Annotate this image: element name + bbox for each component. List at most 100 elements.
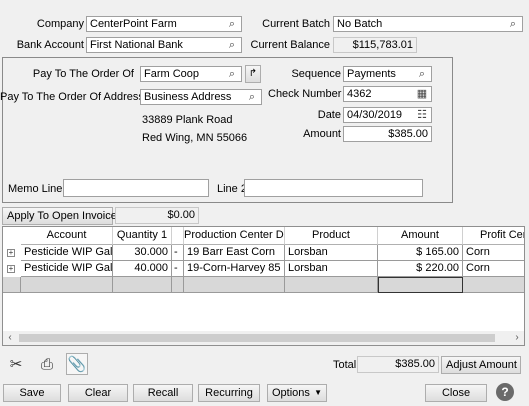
table-cell-production-center[interactable]: 19-Corn-Harvey 85 bbox=[184, 261, 285, 277]
recall-button[interactable]: Recall bbox=[133, 384, 193, 402]
check-number-label: Check Number bbox=[268, 88, 342, 100]
grid-header-profit-center[interactable]: Profit Cent bbox=[463, 227, 524, 245]
magnifier-icon[interactable]: ⌕ bbox=[225, 38, 239, 52]
new-row-cell[interactable] bbox=[172, 277, 184, 293]
sequence-label: Sequence bbox=[291, 68, 341, 80]
recurring-button[interactable]: Recurring bbox=[198, 384, 260, 402]
new-row-cell[interactable] bbox=[21, 277, 113, 293]
apply-amount-field: $0.00 bbox=[115, 207, 199, 224]
table-cell-amount[interactable]: $ 220.00 bbox=[378, 261, 463, 277]
amount-field[interactable]: $385.00 bbox=[343, 126, 432, 142]
address-value: Business Address bbox=[144, 91, 232, 103]
company-label: Company bbox=[36, 18, 84, 30]
magnifier-icon[interactable]: ⌕ bbox=[245, 90, 259, 104]
address-field[interactable]: Business Address ⌕ bbox=[140, 89, 262, 105]
horizontal-scrollbar[interactable]: ‹ › bbox=[3, 331, 524, 345]
company-field[interactable]: CenterPoint Farm ⌕ bbox=[86, 16, 242, 32]
grid-header-production-center[interactable]: Production Center Det bbox=[184, 227, 285, 245]
new-row-cell[interactable] bbox=[113, 277, 172, 293]
adjust-amount-button[interactable]: Adjust Amount bbox=[441, 356, 521, 374]
open-payee-button[interactable]: ↱ bbox=[245, 65, 261, 83]
table-cell-unit[interactable]: - bbox=[172, 245, 184, 261]
options-label: Options bbox=[272, 387, 310, 399]
current-balance-label: Current Balance bbox=[250, 39, 331, 51]
memo1-field[interactable] bbox=[63, 179, 209, 197]
options-button[interactable]: Options ▼ bbox=[267, 384, 327, 402]
total-value: $385.00 bbox=[395, 358, 435, 370]
table-cell-account[interactable]: Pesticide WIP Gal bbox=[21, 245, 113, 261]
help-icon[interactable]: ? bbox=[496, 383, 514, 401]
company-value: CenterPoint Farm bbox=[90, 18, 177, 30]
memo2-field[interactable] bbox=[244, 179, 423, 197]
grid-header-amount[interactable]: Amount bbox=[378, 227, 463, 245]
address-line1: 33889 Plank Road bbox=[142, 114, 233, 126]
table-cell-product[interactable]: Lorsban bbox=[285, 245, 378, 261]
apply-amount-value: $0.00 bbox=[167, 209, 195, 221]
magnifier-icon[interactable]: ⌕ bbox=[225, 67, 239, 81]
current-balance-field: $115,783.01 bbox=[333, 37, 417, 53]
clear-button[interactable]: Clear bbox=[68, 384, 128, 402]
save-button[interactable]: Save bbox=[3, 384, 61, 402]
total-field: $385.00 bbox=[357, 356, 439, 373]
apply-open-invoices-button[interactable]: Apply To Open Invoices bbox=[2, 207, 122, 225]
new-row-cell[interactable] bbox=[463, 277, 524, 293]
magnifier-icon[interactable]: ⌕ bbox=[225, 17, 239, 31]
current-balance-value: $115,783.01 bbox=[352, 39, 413, 51]
check-number-field[interactable]: 4362 ▦ bbox=[343, 86, 432, 102]
total-label: Total bbox=[333, 359, 357, 371]
date-field[interactable]: 04/30/2019 ☷ bbox=[343, 107, 432, 123]
calculator-icon[interactable]: ▦ bbox=[415, 87, 429, 101]
expand-row-icon[interactable]: + bbox=[7, 265, 15, 273]
scroll-right-icon[interactable]: › bbox=[510, 331, 524, 345]
grid-header-unit[interactable] bbox=[172, 227, 184, 245]
distribution-grid[interactable]: Account Quantity 1 Production Center Det… bbox=[2, 226, 525, 346]
magnifier-icon[interactable]: ⌕ bbox=[415, 67, 429, 81]
delete-row-icon[interactable]: ✂ bbox=[4, 353, 28, 377]
sequence-value: Payments bbox=[347, 68, 396, 80]
current-batch-field[interactable]: No Batch ⌕ bbox=[333, 16, 523, 32]
table-cell-profit-center[interactable]: Corn bbox=[463, 245, 524, 261]
pay-to-field[interactable]: Farm Coop ⌕ bbox=[140, 66, 242, 82]
table-cell-quantity[interactable]: 30.000 bbox=[113, 245, 172, 261]
close-button[interactable]: Close bbox=[425, 384, 487, 402]
grid-header-account[interactable]: Account bbox=[21, 227, 113, 245]
table-cell-amount[interactable]: $ 165.00 bbox=[378, 245, 463, 261]
address-line2: Red Wing, MN 55066 bbox=[142, 132, 248, 144]
bank-account-field[interactable]: First National Bank ⌕ bbox=[86, 37, 242, 53]
new-row-cell[interactable] bbox=[3, 277, 21, 293]
grid-header-quantity[interactable]: Quantity 1 bbox=[113, 227, 172, 245]
address-label: Pay To The Order Of Address bbox=[0, 91, 144, 103]
amount-label: Amount bbox=[303, 128, 341, 140]
magnifier-icon[interactable]: ⌕ bbox=[506, 17, 520, 31]
calendar-icon[interactable]: ☷ bbox=[415, 108, 429, 122]
new-row-cell[interactable] bbox=[184, 277, 285, 293]
pay-to-value: Farm Coop bbox=[144, 68, 200, 80]
print-icon[interactable]: ⎙ bbox=[35, 353, 59, 377]
scrollbar-thumb[interactable] bbox=[19, 334, 495, 342]
table-cell-account[interactable]: Pesticide WIP Gal bbox=[21, 261, 113, 277]
open-link-icon: ↱ bbox=[248, 68, 258, 79]
new-row-cell[interactable] bbox=[285, 277, 378, 293]
current-batch-value: No Batch bbox=[337, 18, 383, 30]
table-cell-product[interactable]: Lorsban bbox=[285, 261, 378, 277]
scroll-left-icon[interactable]: ‹ bbox=[3, 331, 17, 345]
date-value: 04/30/2019 bbox=[347, 109, 403, 121]
sequence-field[interactable]: Payments ⌕ bbox=[343, 66, 432, 82]
check-number-value: 4362 bbox=[347, 88, 372, 100]
memo2-label: Line 2 bbox=[217, 183, 247, 195]
table-cell-profit-center[interactable]: Corn bbox=[463, 261, 524, 277]
bank-account-value: First National Bank bbox=[90, 39, 183, 51]
table-cell-unit[interactable]: - bbox=[172, 261, 184, 277]
new-row-cell-selected[interactable] bbox=[378, 277, 463, 293]
table-cell-production-center[interactable]: 19 Barr East Corn bbox=[184, 245, 285, 261]
dropdown-arrow-icon: ▼ bbox=[314, 388, 322, 397]
current-batch-label: Current Batch bbox=[262, 18, 330, 30]
table-cell-quantity[interactable]: 40.000 bbox=[113, 261, 172, 277]
pay-to-label: Pay To The Order Of bbox=[32, 68, 134, 80]
paperclip-icon[interactable]: 📎 bbox=[66, 353, 88, 375]
date-label: Date bbox=[317, 109, 341, 121]
bank-account-label: Bank Account bbox=[16, 39, 84, 51]
amount-value: $385.00 bbox=[388, 128, 428, 140]
grid-header-product[interactable]: Product bbox=[285, 227, 378, 245]
expand-row-icon[interactable]: + bbox=[7, 249, 15, 257]
